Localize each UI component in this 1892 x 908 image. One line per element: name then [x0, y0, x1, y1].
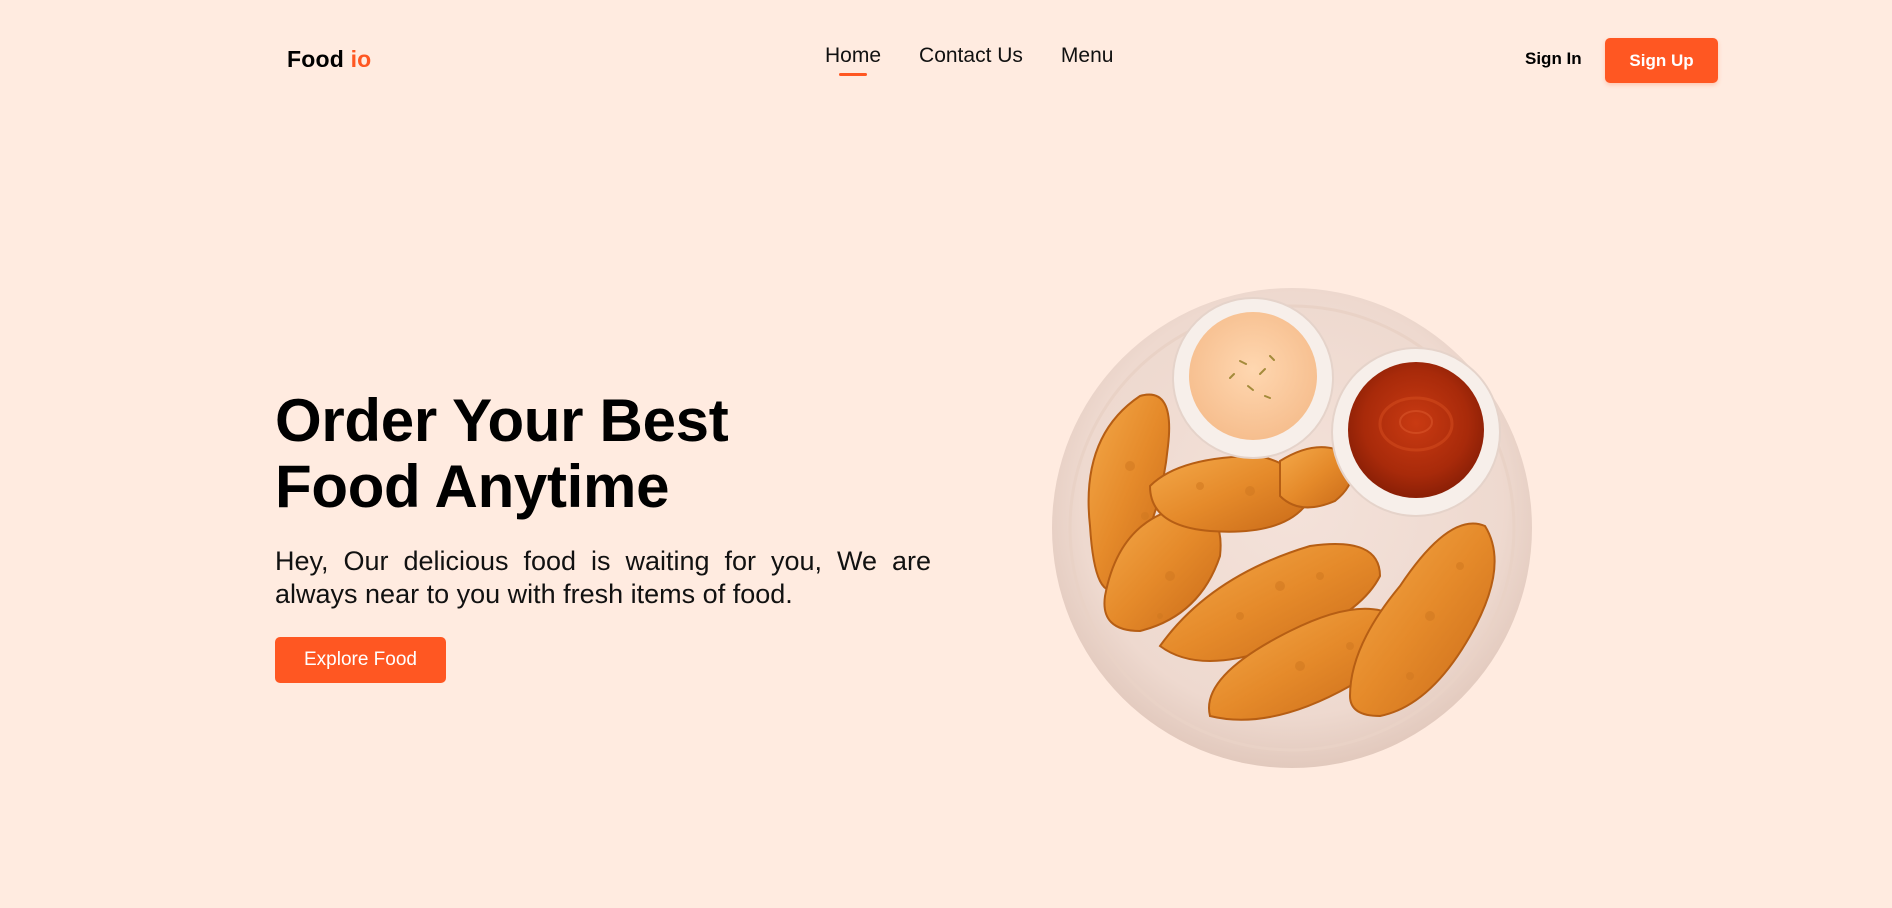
brand-name: Food	[287, 46, 344, 72]
brand-accent: io	[350, 46, 372, 72]
hero-food-image	[1050, 286, 1534, 770]
sign-up-button[interactable]: Sign Up	[1605, 38, 1718, 83]
hero-title-line-1: Order Your Best	[275, 387, 729, 454]
hero-title: Order Your Best Food Anytime	[275, 388, 895, 520]
site-header: Food io Home Contact Us Menu Sign In Sig…	[0, 0, 1892, 120]
nav-item-contact-us[interactable]: Contact Us	[919, 44, 1023, 68]
hero-title-line-2: Food Anytime	[275, 453, 670, 520]
explore-food-button[interactable]: Explore Food	[275, 637, 446, 683]
nav-item-menu[interactable]: Menu	[1061, 44, 1114, 68]
brand-logo[interactable]: Food io	[287, 46, 371, 73]
nav-item-home[interactable]: Home	[825, 44, 881, 76]
ketchup-sauce-bowl	[1331, 347, 1501, 517]
main-nav: Home Contact Us Menu	[825, 44, 1114, 76]
hero-description: Hey, Our delicious food is waiting for y…	[275, 546, 931, 609]
mayo-sauce-bowl	[1172, 297, 1334, 459]
sign-in-link[interactable]: Sign In	[1525, 49, 1582, 69]
